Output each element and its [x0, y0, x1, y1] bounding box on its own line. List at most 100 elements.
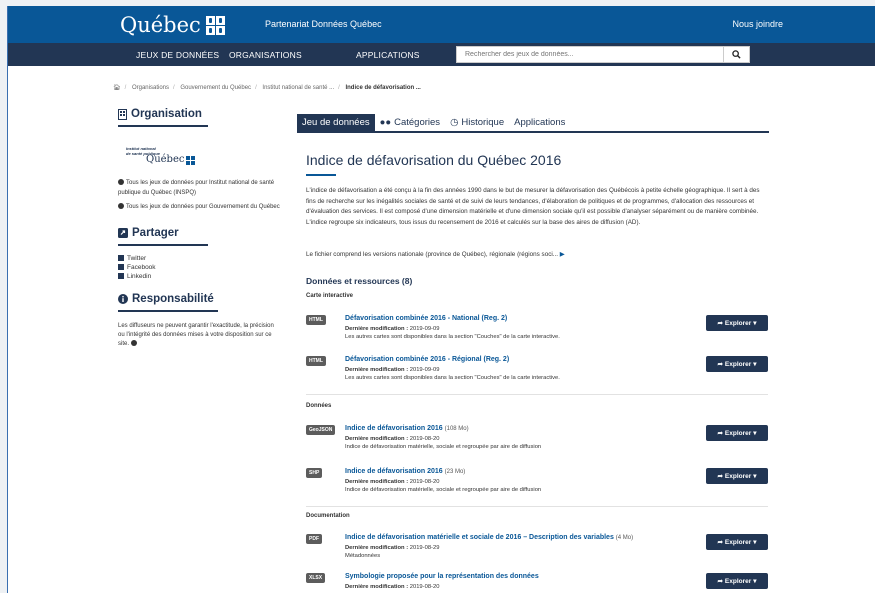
arrow-circle-icon	[118, 203, 124, 209]
resource-name[interactable]: Défavorisation combinée 2016 - Régional …	[345, 356, 509, 363]
caret-down-icon: ▾	[753, 320, 757, 327]
title-underline	[306, 174, 336, 176]
breadcrumb-organisations[interactable]: Organisations	[132, 85, 169, 91]
share-arrow-icon: ➦	[717, 430, 723, 437]
resource-size: (4 Mo)	[615, 535, 634, 541]
resource-name[interactable]: Indice de défavorisation matérielle et s…	[345, 534, 633, 541]
explore-button[interactable]: ➦ Explorer ▾	[706, 356, 768, 372]
resource-note: Les autres cartes sont disponibles dans …	[345, 375, 560, 381]
modified-label: Dernière modification :	[345, 545, 409, 551]
resource-note: Indice de défavorisation matérielle, soc…	[345, 487, 542, 493]
modified-date: 2019-08-20	[409, 479, 440, 485]
caret-down-icon: ▾	[753, 473, 757, 480]
explore-button[interactable]: ➦ Explorer ▾	[706, 468, 768, 484]
share-twitter-label: Twitter	[127, 254, 147, 262]
nav-datasets[interactable]: JEUX DE DONNÉES	[136, 50, 219, 60]
responsibility-text-body: Les diffuseurs ne peuvent garantir l'exa…	[118, 322, 274, 347]
resource-name[interactable]: Indice de défavorisation 2016 (108 Mo)	[345, 425, 469, 432]
mini-flag-icon	[186, 156, 196, 165]
arrow-circle-icon[interactable]	[130, 339, 137, 346]
linkedin-icon	[118, 272, 124, 279]
group-heading-interactive-map: Carte interactive	[306, 293, 354, 299]
dataset-description-more: Le fichier comprend les versions nationa…	[306, 251, 565, 258]
resource-item: HTML Défavorisation combinée 2016 - Nati…	[306, 315, 768, 345]
share-arrow-icon: ➦	[717, 473, 723, 480]
resource-note: Indice de défavorisation matérielle, soc…	[345, 444, 542, 450]
caret-down-icon: ▾	[753, 539, 757, 546]
tab-categories-label: Catégories	[394, 117, 441, 128]
modified-label: Dernière modification :	[345, 367, 409, 373]
dataset-tabs: Jeu de données ●● Catégories ◷ Historique …	[297, 114, 769, 133]
breadcrumb-institut[interactable]: Institut national de santé ...	[262, 85, 334, 91]
site-title[interactable]: Partenariat Données Québec	[265, 19, 382, 29]
explore-label: Explorer	[724, 472, 752, 480]
organisation-heading-label: Organisation	[131, 108, 202, 120]
tab-applications[interactable]: Applications	[509, 114, 570, 131]
format-badge: PDF	[306, 534, 322, 544]
search-button[interactable]	[723, 47, 749, 62]
home-icon[interactable]: 🏠︎	[113, 85, 121, 91]
share-linkedin[interactable]: Linkedin	[118, 272, 288, 281]
share-list: Twitter Facebook Linkedin	[118, 254, 288, 281]
link-all-gouvernement[interactable]: Tous les jeux de données pour Gouverneme…	[118, 203, 288, 213]
tab-dataset[interactable]: Jeu de données	[297, 114, 375, 131]
resource-item: GeoJSON Indice de défavorisation 2016 (1…	[306, 425, 768, 455]
resource-meta: Dernière modification : 2019-08-29 Métado…	[345, 544, 439, 560]
search-icon	[732, 50, 741, 59]
breadcrumb: 🏠︎ / Organisations / Gouvernement du Québe…	[113, 85, 421, 91]
search-input[interactable]	[457, 47, 723, 62]
explore-label: Explorer	[724, 538, 752, 546]
share-arrow-icon: ➦	[717, 539, 723, 546]
dataset-title: Indice de défavorisation du Québec 2016	[306, 152, 562, 168]
breadcrumb-gouvernement[interactable]: Gouvernement du Québec	[180, 85, 251, 91]
explore-button[interactable]: ➦ Explorer ▾	[706, 573, 768, 589]
explore-button[interactable]: ➦ Explorer ▾	[706, 315, 768, 331]
top-banner: Québec Partenariat Données Québec Nous j…	[8, 6, 875, 43]
responsibility-heading-label: Responsabilité	[132, 292, 214, 305]
format-badge: GeoJSON	[306, 425, 336, 435]
resource-name[interactable]: Indice de défavorisation 2016 (23 Mo)	[345, 468, 465, 475]
share-facebook[interactable]: Facebook	[118, 263, 288, 272]
divider	[306, 394, 768, 395]
share-heading: Partager	[118, 227, 208, 246]
page: Québec Partenariat Données Québec Nous j…	[7, 6, 875, 593]
resource-name-text: Défavorisation combinée 2016 - National …	[345, 315, 508, 322]
clock-icon: ◷	[450, 117, 459, 128]
resource-meta: Dernière modification : 2019-09-09 Les au…	[345, 366, 560, 382]
resource-note: Métadonnées	[345, 553, 381, 559]
resource-meta: Dernière modification : 2019-08-20	[345, 583, 439, 591]
link-all-gouvernement-label: Tous les jeux de données pour Gouverneme…	[126, 204, 280, 210]
tab-history[interactable]: ◷ Historique	[445, 114, 509, 131]
explore-label: Explorer	[724, 429, 752, 437]
quebec-logo[interactable]: Québec	[120, 13, 225, 37]
share-twitter[interactable]: Twitter	[118, 254, 288, 263]
caret-right-icon[interactable]: ▶	[560, 251, 565, 258]
link-all-inspq-label: Tous les jeux de données pour Institut n…	[118, 180, 275, 196]
resource-note: Les autres cartes sont disponibles dans …	[345, 334, 560, 340]
inspq-logo[interactable]: Institut national de santé publique Québ…	[126, 146, 288, 165]
search-box	[456, 46, 750, 63]
explore-button[interactable]: ➦ Explorer ▾	[706, 534, 768, 550]
modified-date: 2019-08-20	[409, 584, 440, 590]
tab-categories[interactable]: ●● Catégories	[375, 114, 445, 131]
resource-name[interactable]: Symbologie proposée pour la représentati…	[345, 573, 539, 580]
share-facebook-label: Facebook	[127, 263, 156, 271]
share-arrow-icon: ➦	[717, 361, 723, 368]
resource-name[interactable]: Défavorisation combinée 2016 - National …	[345, 315, 507, 322]
resource-name-text: Indice de défavorisation 2016	[345, 425, 443, 432]
caret-down-icon: ▾	[753, 578, 757, 585]
resource-meta: Dernière modification : 2019-08-20 Indice…	[345, 435, 541, 451]
link-all-inspq[interactable]: Tous les jeux de données pour Institut n…	[118, 179, 288, 198]
responsibility-heading: Responsabilité	[118, 293, 218, 312]
resource-name-text: Indice de défavorisation 2016	[345, 468, 443, 475]
explore-label: Explorer	[724, 577, 752, 585]
main-nav: JEUX DE DONNÉES ORGANISATIONS APPLICATIO…	[8, 43, 875, 66]
nav-applications[interactable]: APPLICATIONS	[356, 50, 420, 60]
modified-date: 2019-09-09	[409, 326, 440, 332]
twitter-icon	[118, 254, 124, 261]
contact-link[interactable]: Nous joindre	[732, 19, 783, 29]
breadcrumb-current: Indice de défavorisation ...	[345, 85, 421, 91]
explore-button[interactable]: ➦ Explorer ▾	[706, 425, 768, 441]
users-icon: ●●	[379, 117, 392, 128]
nav-organisations[interactable]: ORGANISATIONS	[229, 50, 302, 60]
